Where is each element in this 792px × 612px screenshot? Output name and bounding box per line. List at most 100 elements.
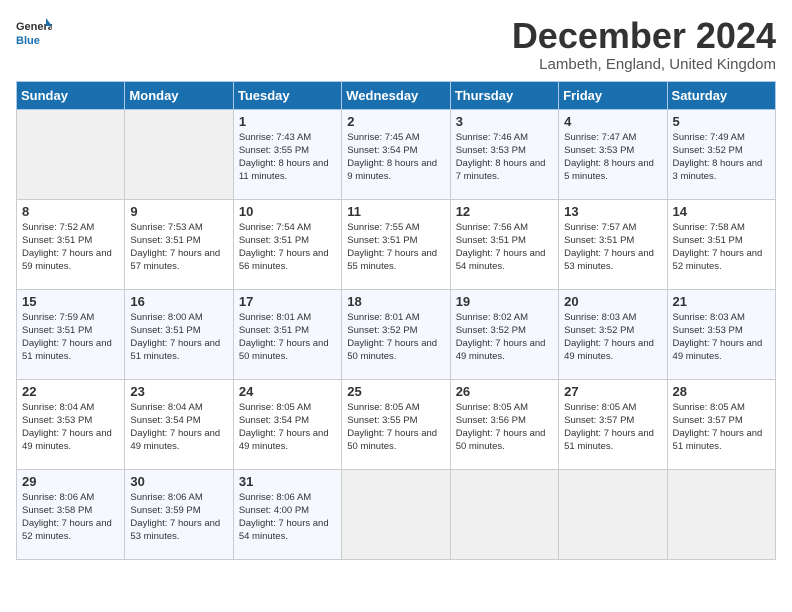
calendar-cell-day-8: 8 Sunrise: 7:52 AM Sunset: 3:51 PM Dayli… (17, 199, 125, 289)
calendar-cell-day-31: 31 Sunrise: 8:06 AM Sunset: 4:00 PM Dayl… (233, 469, 341, 559)
day-details: Sunrise: 8:05 AM Sunset: 3:54 PM Dayligh… (239, 401, 336, 454)
day-number: 5 (673, 114, 770, 129)
day-details: Sunrise: 7:53 AM Sunset: 3:51 PM Dayligh… (130, 221, 227, 274)
day-details: Sunrise: 7:45 AM Sunset: 3:54 PM Dayligh… (347, 131, 444, 184)
day-header-sunday: Sunday (17, 81, 125, 109)
calendar-cell-day-22: 22 Sunrise: 8:04 AM Sunset: 3:53 PM Dayl… (17, 379, 125, 469)
logo-svg: General Blue (16, 16, 52, 52)
day-header-monday: Monday (125, 81, 233, 109)
day-number: 21 (673, 294, 770, 309)
calendar-cell-day-11: 11 Sunrise: 7:55 AM Sunset: 3:51 PM Dayl… (342, 199, 450, 289)
day-details: Sunrise: 7:46 AM Sunset: 3:53 PM Dayligh… (456, 131, 553, 184)
day-header-thursday: Thursday (450, 81, 558, 109)
day-number: 4 (564, 114, 661, 129)
calendar-cell-day-23: 23 Sunrise: 8:04 AM Sunset: 3:54 PM Dayl… (125, 379, 233, 469)
day-details: Sunrise: 8:04 AM Sunset: 3:54 PM Dayligh… (130, 401, 227, 454)
day-number: 12 (456, 204, 553, 219)
svg-text:Blue: Blue (16, 35, 40, 47)
day-details: Sunrise: 8:05 AM Sunset: 3:56 PM Dayligh… (456, 401, 553, 454)
day-number: 20 (564, 294, 661, 309)
calendar-table: SundayMondayTuesdayWednesdayThursdayFrid… (16, 81, 776, 560)
day-details: Sunrise: 8:06 AM Sunset: 3:59 PM Dayligh… (130, 491, 227, 544)
calendar-cell-day-28: 28 Sunrise: 8:05 AM Sunset: 3:57 PM Dayl… (667, 379, 775, 469)
header: General Blue December 2024 Lambeth, Engl… (16, 16, 776, 73)
calendar-cell-day-21: 21 Sunrise: 8:03 AM Sunset: 3:53 PM Dayl… (667, 289, 775, 379)
day-details: Sunrise: 8:01 AM Sunset: 3:52 PM Dayligh… (347, 311, 444, 364)
empty-cell (17, 109, 125, 199)
calendar-cell-day-24: 24 Sunrise: 8:05 AM Sunset: 3:54 PM Dayl… (233, 379, 341, 469)
day-details: Sunrise: 7:55 AM Sunset: 3:51 PM Dayligh… (347, 221, 444, 274)
day-number: 26 (456, 384, 553, 399)
day-details: Sunrise: 7:47 AM Sunset: 3:53 PM Dayligh… (564, 131, 661, 184)
day-number: 15 (22, 294, 119, 309)
calendar-week-row: 1 Sunrise: 7:43 AM Sunset: 3:55 PM Dayli… (17, 109, 776, 199)
day-number: 19 (456, 294, 553, 309)
day-details: Sunrise: 8:03 AM Sunset: 3:52 PM Dayligh… (564, 311, 661, 364)
day-header-wednesday: Wednesday (342, 81, 450, 109)
day-details: Sunrise: 7:56 AM Sunset: 3:51 PM Dayligh… (456, 221, 553, 274)
day-number: 25 (347, 384, 444, 399)
day-details: Sunrise: 8:05 AM Sunset: 3:57 PM Dayligh… (564, 401, 661, 454)
calendar-cell-day-14: 14 Sunrise: 7:58 AM Sunset: 3:51 PM Dayl… (667, 199, 775, 289)
calendar-cell-day-12: 12 Sunrise: 7:56 AM Sunset: 3:51 PM Dayl… (450, 199, 558, 289)
day-details: Sunrise: 8:06 AM Sunset: 4:00 PM Dayligh… (239, 491, 336, 544)
day-details: Sunrise: 8:04 AM Sunset: 3:53 PM Dayligh… (22, 401, 119, 454)
calendar-cell-day-15: 15 Sunrise: 7:59 AM Sunset: 3:51 PM Dayl… (17, 289, 125, 379)
calendar-subtitle: Lambeth, England, United Kingdom (512, 56, 776, 73)
day-number: 18 (347, 294, 444, 309)
calendar-cell-day-20: 20 Sunrise: 8:03 AM Sunset: 3:52 PM Dayl… (559, 289, 667, 379)
calendar-cell-day-18: 18 Sunrise: 8:01 AM Sunset: 3:52 PM Dayl… (342, 289, 450, 379)
calendar-cell-day-1: 1 Sunrise: 7:43 AM Sunset: 3:55 PM Dayli… (233, 109, 341, 199)
calendar-cell-day-2: 2 Sunrise: 7:45 AM Sunset: 3:54 PM Dayli… (342, 109, 450, 199)
day-number: 17 (239, 294, 336, 309)
calendar-week-row: 8 Sunrise: 7:52 AM Sunset: 3:51 PM Dayli… (17, 199, 776, 289)
calendar-header-row: SundayMondayTuesdayWednesdayThursdayFrid… (17, 81, 776, 109)
day-number: 10 (239, 204, 336, 219)
day-details: Sunrise: 7:49 AM Sunset: 3:52 PM Dayligh… (673, 131, 770, 184)
calendar-title: December 2024 (512, 16, 776, 56)
day-number: 11 (347, 204, 444, 219)
calendar-cell-day-3: 3 Sunrise: 7:46 AM Sunset: 3:53 PM Dayli… (450, 109, 558, 199)
day-number: 3 (456, 114, 553, 129)
day-details: Sunrise: 7:58 AM Sunset: 3:51 PM Dayligh… (673, 221, 770, 274)
calendar-cell-day-9: 9 Sunrise: 7:53 AM Sunset: 3:51 PM Dayli… (125, 199, 233, 289)
day-details: Sunrise: 8:06 AM Sunset: 3:58 PM Dayligh… (22, 491, 119, 544)
day-number: 28 (673, 384, 770, 399)
day-details: Sunrise: 8:05 AM Sunset: 3:55 PM Dayligh… (347, 401, 444, 454)
calendar-cell-day-13: 13 Sunrise: 7:57 AM Sunset: 3:51 PM Dayl… (559, 199, 667, 289)
empty-cell (450, 469, 558, 559)
calendar-cell-day-29: 29 Sunrise: 8:06 AM Sunset: 3:58 PM Dayl… (17, 469, 125, 559)
day-number: 22 (22, 384, 119, 399)
day-number: 1 (239, 114, 336, 129)
day-number: 29 (22, 474, 119, 489)
calendar-cell-day-4: 4 Sunrise: 7:47 AM Sunset: 3:53 PM Dayli… (559, 109, 667, 199)
calendar-cell-day-5: 5 Sunrise: 7:49 AM Sunset: 3:52 PM Dayli… (667, 109, 775, 199)
empty-cell (667, 469, 775, 559)
day-header-friday: Friday (559, 81, 667, 109)
day-number: 14 (673, 204, 770, 219)
title-area: December 2024 Lambeth, England, United K… (512, 16, 776, 73)
day-number: 16 (130, 294, 227, 309)
calendar-cell-day-10: 10 Sunrise: 7:54 AM Sunset: 3:51 PM Dayl… (233, 199, 341, 289)
empty-cell (342, 469, 450, 559)
day-number: 8 (22, 204, 119, 219)
calendar-cell-day-30: 30 Sunrise: 8:06 AM Sunset: 3:59 PM Dayl… (125, 469, 233, 559)
day-number: 9 (130, 204, 227, 219)
empty-cell (125, 109, 233, 199)
calendar-cell-day-16: 16 Sunrise: 8:00 AM Sunset: 3:51 PM Dayl… (125, 289, 233, 379)
calendar-cell-day-19: 19 Sunrise: 8:02 AM Sunset: 3:52 PM Dayl… (450, 289, 558, 379)
day-number: 23 (130, 384, 227, 399)
calendar-cell-day-17: 17 Sunrise: 8:01 AM Sunset: 3:51 PM Dayl… (233, 289, 341, 379)
day-details: Sunrise: 7:43 AM Sunset: 3:55 PM Dayligh… (239, 131, 336, 184)
day-header-saturday: Saturday (667, 81, 775, 109)
day-number: 31 (239, 474, 336, 489)
logo: General Blue (16, 16, 52, 52)
day-number: 13 (564, 204, 661, 219)
calendar-week-row: 29 Sunrise: 8:06 AM Sunset: 3:58 PM Dayl… (17, 469, 776, 559)
day-details: Sunrise: 7:52 AM Sunset: 3:51 PM Dayligh… (22, 221, 119, 274)
day-details: Sunrise: 8:05 AM Sunset: 3:57 PM Dayligh… (673, 401, 770, 454)
day-number: 2 (347, 114, 444, 129)
day-number: 30 (130, 474, 227, 489)
day-number: 27 (564, 384, 661, 399)
day-details: Sunrise: 7:54 AM Sunset: 3:51 PM Dayligh… (239, 221, 336, 274)
